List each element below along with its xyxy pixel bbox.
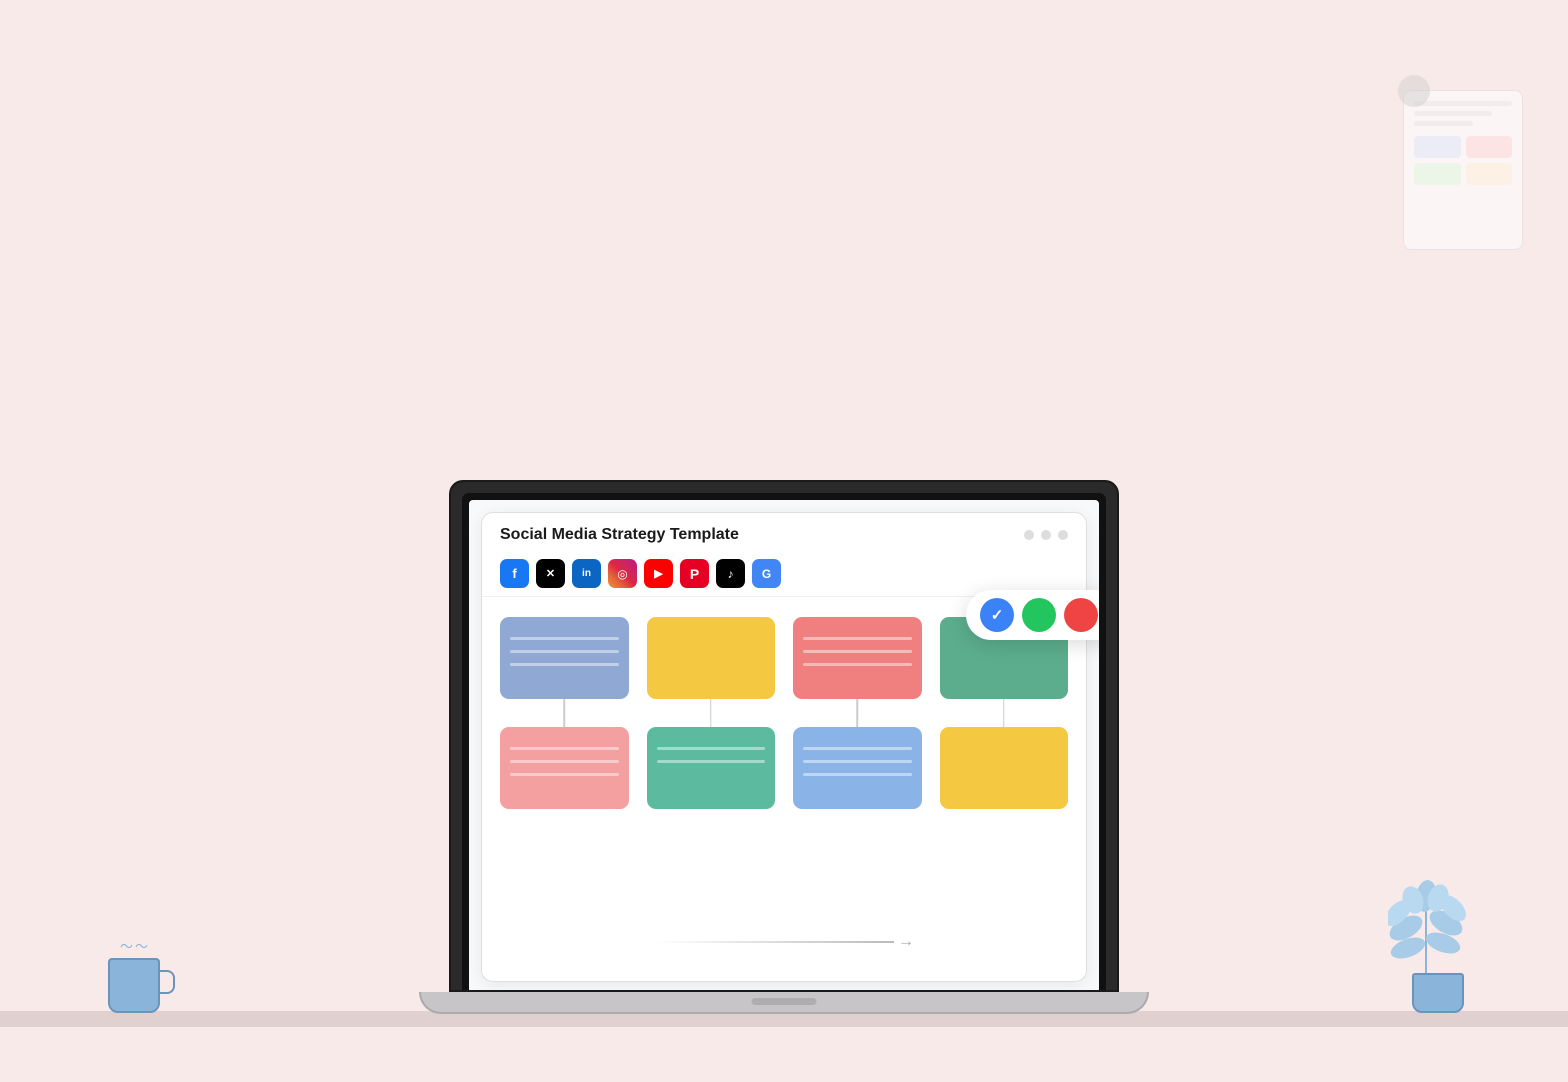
color-picker[interactable]: ✓ — [966, 590, 1099, 640]
window-dot-1 — [1024, 530, 1034, 540]
canvas-area[interactable]: → — [482, 597, 1086, 965]
node-6[interactable] — [647, 727, 776, 809]
screen-bezel: Social Media Strategy Template f ✕ in ◎ — [462, 493, 1106, 990]
linkedin-icon[interactable]: in — [572, 559, 601, 588]
twitter-x-icon[interactable]: ✕ — [536, 559, 565, 588]
color-swatch-red[interactable] — [1064, 598, 1098, 632]
node-2[interactable] — [647, 617, 776, 699]
node-1[interactable] — [500, 617, 629, 699]
laptop: Social Media Strategy Template f ✕ in ◎ — [419, 480, 1149, 1014]
bg-document — [1403, 90, 1523, 250]
facebook-icon[interactable]: f — [500, 559, 529, 588]
bg-circle-decoration — [1398, 75, 1430, 107]
app-window: Social Media Strategy Template f ✕ in ◎ — [481, 512, 1087, 982]
nodes-container — [500, 617, 1068, 809]
instagram-icon[interactable]: ◎ — [608, 559, 637, 588]
color-swatch-blue[interactable]: ✓ — [980, 598, 1014, 632]
google-icon[interactable]: G — [752, 559, 781, 588]
window-controls — [1024, 530, 1068, 540]
laptop-lid: Social Media Strategy Template f ✕ in ◎ — [449, 480, 1119, 992]
window-dot-3 — [1058, 530, 1068, 540]
pinterest-icon[interactable]: P — [680, 559, 709, 588]
window-titlebar: Social Media Strategy Template — [482, 513, 1086, 553]
tiktok-icon[interactable]: ♪ — [716, 559, 745, 588]
color-swatch-green[interactable] — [1022, 598, 1056, 632]
laptop-screen: Social Media Strategy Template f ✕ in ◎ — [469, 500, 1099, 990]
window-title: Social Media Strategy Template — [500, 526, 739, 544]
laptop-base — [419, 992, 1149, 1014]
window-dot-2 — [1041, 530, 1051, 540]
youtube-icon[interactable]: ▶ — [644, 559, 673, 588]
scroll-arrow: → — [654, 933, 914, 951]
node-5[interactable] — [500, 727, 629, 809]
node-8[interactable] — [940, 727, 1069, 809]
node-7[interactable] — [793, 727, 922, 809]
plant — [1393, 973, 1483, 1013]
coffee-mug: 〜〜 — [108, 958, 160, 1013]
node-3[interactable] — [793, 617, 922, 699]
